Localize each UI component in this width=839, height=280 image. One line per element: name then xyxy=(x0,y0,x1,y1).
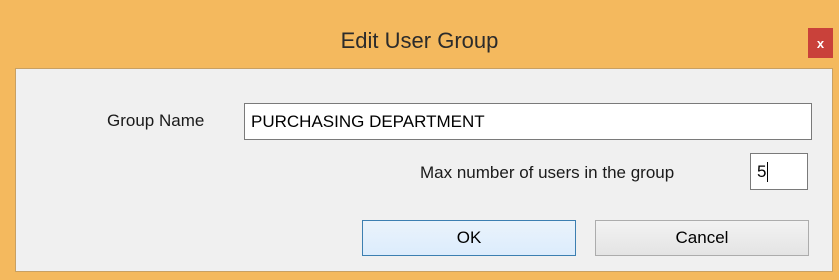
text-caret xyxy=(767,161,769,182)
max-users-input[interactable]: 5 xyxy=(750,153,808,190)
dialog-title: Edit User Group xyxy=(340,28,499,53)
group-name-input[interactable]: PURCHASING DEPARTMENT xyxy=(244,103,812,140)
dialog-body: Group Name PURCHASING DEPARTMENT Max num… xyxy=(15,68,833,272)
ok-button[interactable]: OK xyxy=(362,220,576,256)
max-users-label: Max number of users in the group xyxy=(420,163,675,182)
cancel-button[interactable]: Cancel xyxy=(595,220,809,256)
group-name-label: Group Name xyxy=(107,111,205,130)
close-button[interactable]: x xyxy=(808,28,833,58)
edit-user-group-dialog: Edit User Group x Group Name PURCHASING … xyxy=(0,0,839,280)
group-name-value: PURCHASING DEPARTMENT xyxy=(251,111,485,131)
title-bar[interactable]: Edit User Group x xyxy=(0,0,839,68)
close-icon: x xyxy=(816,35,825,51)
max-users-value: 5 xyxy=(757,161,767,181)
